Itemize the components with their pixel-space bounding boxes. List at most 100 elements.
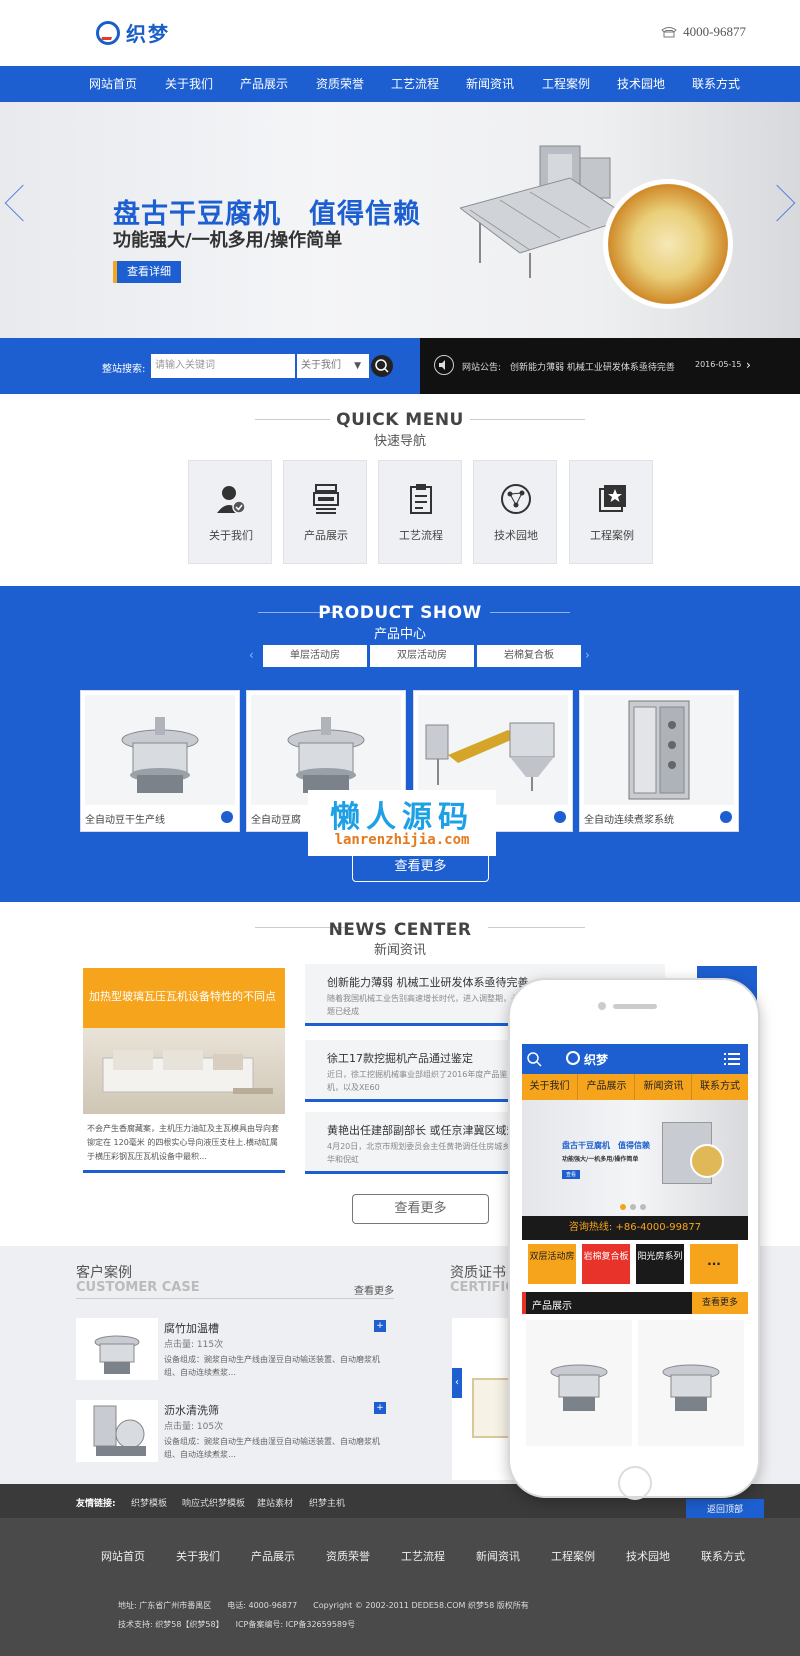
quick-menu-process[interactable]: 工艺流程 [378, 460, 462, 564]
mobile-category[interactable]: 阳光房系列 [636, 1244, 684, 1284]
mobile-product-image [638, 1320, 744, 1446]
news-more-button[interactable]: 查看更多 [352, 1194, 489, 1224]
mobile-banner-title: 盘古干豆腐机 值得信赖 [562, 1141, 650, 1150]
tab-double-layer[interactable]: 双层活动房 [370, 645, 474, 667]
mobile-preview-phone: 织梦 关于我们 产品展示 新闻资讯 联系方式 盘古干豆腐机 值得信赖 功能强大/… [508, 978, 760, 1500]
friend-link[interactable]: 织梦模板 [131, 1496, 167, 1509]
mobile-banner-button[interactable]: 查看 [562, 1170, 581, 1179]
friend-link[interactable]: 建站素材 [257, 1496, 293, 1509]
tab-rockwool[interactable]: 岩棉复合板 [477, 645, 581, 667]
nav-item-about[interactable]: 关于我们 [165, 66, 213, 102]
case-desc: 设备组成：豌浆自动生产线由湿豆自动输送装置、自动磨浆机组、自动连续煮浆… [164, 1437, 380, 1459]
mobile-category[interactable]: 岩棉复合板 [582, 1244, 630, 1284]
footer-nav-item[interactable]: 关于我们 [176, 1548, 220, 1564]
search-scope-select[interactable]: 关于我们 ▼ [297, 354, 369, 378]
camera-icon [598, 1002, 606, 1010]
footer-nav-item[interactable]: 产品展示 [251, 1548, 295, 1564]
products-more-button[interactable]: 查看更多 [352, 852, 489, 882]
mobile-header: 织梦 [522, 1044, 748, 1074]
tabs-prev-icon[interactable]: ‹ [249, 648, 254, 662]
mobile-nav-item[interactable]: 产品展示 [579, 1074, 635, 1100]
footer-nav-item[interactable]: 技术园地 [626, 1548, 670, 1564]
search-button[interactable] [371, 355, 393, 377]
notice-text[interactable]: 创新能力薄弱 机械工业研发体系亟待完善 [510, 360, 675, 373]
footer-nav-item[interactable]: 工艺流程 [401, 1548, 445, 1564]
tofu-machine-image [460, 145, 630, 278]
mobile-category-more[interactable]: ... [690, 1244, 738, 1284]
nav-item-home[interactable]: 网站首页 [89, 66, 137, 102]
divider [76, 1298, 394, 1299]
notice-date: 2016-05-15 [695, 360, 742, 369]
search-bar: 整站搜索: 请输入关键词 关于我们 ▼ [0, 338, 420, 394]
speaker-grille [613, 1004, 657, 1009]
tabs-next-icon[interactable]: › [585, 648, 590, 662]
banner-detail-button[interactable]: 查看详细 [113, 261, 197, 283]
mobile-hotline[interactable]: 咨询热线: +86-4000-99877 [522, 1216, 748, 1240]
mobile-nav-item[interactable]: 新闻资讯 [636, 1074, 692, 1100]
chevron-right-icon[interactable]: › [746, 358, 751, 372]
menu-icon[interactable] [724, 1052, 740, 1066]
mobile-nav-item[interactable]: 关于我们 [522, 1074, 578, 1100]
carousel-dot[interactable] [620, 1204, 626, 1210]
logo[interactable]: 织梦 [96, 18, 170, 47]
footer-nav-item[interactable]: 网站首页 [101, 1548, 145, 1564]
search-scope-value: 关于我们 [301, 360, 341, 371]
banner-prev-arrow-icon[interactable] [4, 184, 42, 222]
quick-menu-about[interactable]: 关于我们 [188, 460, 272, 564]
footer-nav-item[interactable]: 新闻资讯 [476, 1548, 520, 1564]
product-box-icon [313, 484, 339, 514]
footer-nav-item[interactable]: 工程案例 [551, 1548, 595, 1564]
nav-item-products[interactable]: 产品展示 [240, 66, 288, 102]
mobile-banner: 盘古干豆腐机 值得信赖 功能强大/一机多用/操作简单 查看 [522, 1100, 748, 1216]
friend-link[interactable]: 响应式织梦模板 [182, 1496, 245, 1509]
footer-nav-item[interactable]: 联系方式 [701, 1548, 745, 1564]
header-phone: 4000-96877 [661, 24, 746, 40]
arrow-right-circle-icon[interactable] [221, 811, 233, 823]
mobile-category[interactable]: 双层活动房 [528, 1244, 576, 1284]
quick-menu-label: 工艺流程 [399, 529, 443, 542]
mobile-nav-item[interactable]: 联系方式 [692, 1074, 748, 1100]
news-item-title: 徐工17款挖掘机产品通过鉴定 [327, 1052, 473, 1065]
product-card[interactable]: 全自动连续煮浆系统 [579, 690, 739, 832]
case-clicks: 点击量: 115次 [164, 1340, 224, 1350]
nav-item-tech[interactable]: 技术园地 [617, 66, 665, 102]
nav-item-contact[interactable]: 联系方式 [692, 66, 740, 102]
cases-more-link[interactable]: 查看更多 [354, 1282, 394, 1297]
cooking-cabinet-image [584, 695, 734, 805]
nav-item-news[interactable]: 新闻资讯 [466, 66, 514, 102]
arrow-right-circle-icon[interactable] [554, 811, 566, 823]
arrow-right-circle-icon[interactable] [720, 811, 732, 823]
chevron-left-icon[interactable]: ‹ [452, 1368, 462, 1398]
featured-news[interactable]: 加热型玻璃瓦压瓦机设备特性的不同点 不会产生香腐藏案，主机压力油缸及主瓦模具由导… [83, 968, 285, 1174]
friend-link[interactable]: 织梦主机 [309, 1496, 345, 1509]
carousel-dot[interactable] [640, 1204, 646, 1210]
product-label: 全自动连续煮浆系统 [584, 815, 674, 826]
home-button-icon[interactable] [618, 1466, 652, 1500]
mobile-screen: 织梦 关于我们 产品展示 新闻资讯 联系方式 盘古干豆腐机 值得信赖 功能强大/… [522, 1044, 748, 1446]
footer-nav-item[interactable]: 资质荣誉 [326, 1548, 370, 1564]
news-subtitle: 新闻资讯 [373, 943, 426, 958]
case-title[interactable]: 沥水清洗筛 [164, 1402, 219, 1418]
mobile-logo-text: 织梦 [584, 1053, 609, 1067]
phone-number: 4000-96877 [683, 24, 746, 39]
quick-menu-cases[interactable]: 工程案例 [569, 460, 653, 564]
mobile-products-title: 产品展示 [532, 1301, 572, 1312]
banner-next-arrow-icon[interactable] [758, 184, 796, 222]
featured-news-summary: 不会产生香腐藏案，主机压力油缸及主瓦模具由导向套铆定在 120毫米 的四根实心导… [87, 1124, 279, 1161]
logo-text: 织梦 [126, 22, 170, 46]
tab-single-layer[interactable]: 单层活动房 [263, 645, 367, 667]
nav-item-process[interactable]: 工艺流程 [391, 66, 439, 102]
search-input[interactable]: 请输入关键词 [151, 354, 295, 378]
search-icon[interactable] [526, 1051, 542, 1067]
plus-icon[interactable]: + [374, 1320, 386, 1332]
product-card[interactable]: 全自动豆干生产线 [80, 690, 240, 832]
plus-icon[interactable]: + [374, 1402, 386, 1414]
nav-item-honors[interactable]: 资质荣誉 [316, 66, 364, 102]
product-show-title: PRODUCT SHOW [318, 603, 482, 623]
quick-menu-tech[interactable]: 技术园地 [473, 460, 557, 564]
carousel-dot[interactable] [630, 1204, 636, 1210]
case-title[interactable]: 腐竹加温槽 [164, 1320, 219, 1336]
quick-menu-products[interactable]: 产品展示 [283, 460, 367, 564]
nav-item-cases[interactable]: 工程案例 [542, 66, 590, 102]
mobile-products-more[interactable]: 查看更多 [692, 1292, 748, 1314]
